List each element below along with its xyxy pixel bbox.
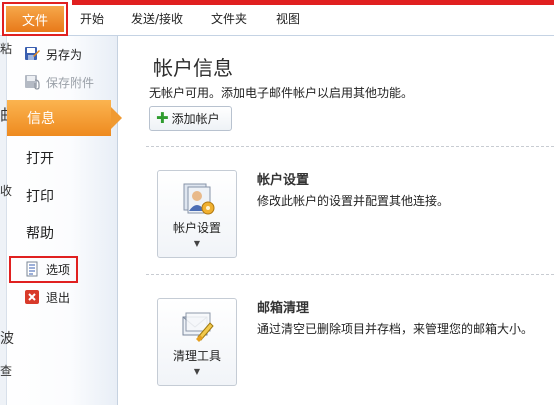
chevron-down-icon: ▼ xyxy=(193,239,201,248)
save-as-icon xyxy=(24,46,40,62)
cleanup-tools-button[interactable]: 清理工具 ▼ xyxy=(157,298,237,386)
account-settings-title: 帐户设置 xyxy=(257,173,310,188)
backstage-menu xyxy=(0,36,118,405)
page-description: 无帐户可用。添加电子邮件帐户以启用其他功能。 xyxy=(149,86,414,100)
menu-item-help[interactable]: 帮助 xyxy=(26,223,54,243)
cleanup-tools-label: 清理工具 xyxy=(172,349,221,363)
add-account-button[interactable]: ✚ 添加帐户 xyxy=(149,106,232,131)
page-title: 帐户信息 xyxy=(153,56,233,80)
options-command[interactable]: 选项 xyxy=(24,260,70,278)
edge-glyph: 波 xyxy=(0,331,14,347)
file-tab-label: 文件 xyxy=(6,6,64,32)
account-settings-label: 帐户设置 xyxy=(172,221,221,235)
section-divider xyxy=(146,274,554,275)
edge-glyph: 粘 xyxy=(0,42,13,56)
tab-view[interactable]: 视图 xyxy=(276,10,300,27)
mailbox-cleanup-title: 邮箱清理 xyxy=(257,301,310,316)
edge-glyph: 查 xyxy=(0,364,13,378)
tab-send-receive[interactable]: 发送/接收 xyxy=(131,10,183,27)
cleanup-tools-icon xyxy=(180,309,216,345)
account-settings-button[interactable]: 帐户设置 ▼ xyxy=(157,170,237,258)
menu-item-print[interactable]: 打印 xyxy=(26,186,54,206)
section-divider xyxy=(146,146,554,147)
options-label: 选项 xyxy=(46,262,71,277)
save-attachments-label: 保存附件 xyxy=(46,75,95,90)
save-attachments-command[interactable]: 保存附件 xyxy=(24,73,94,91)
chevron-down-icon: ▼ xyxy=(193,367,201,376)
save-as-command[interactable]: 另存为 xyxy=(24,45,82,63)
mailbox-cleanup-description: 通过清空已删除项目并存档，来管理您的邮箱大小。 xyxy=(257,322,534,336)
exit-label: 退出 xyxy=(46,290,71,305)
add-account-label: 添加帐户 xyxy=(171,112,220,126)
exit-icon xyxy=(24,289,40,305)
background-window-edge: 粘 邮 收 波 查 xyxy=(0,36,16,405)
edge-glyph: 收 xyxy=(0,184,13,198)
plus-icon: ✚ xyxy=(156,109,169,127)
save-as-label: 另存为 xyxy=(46,47,83,62)
options-icon xyxy=(24,261,40,277)
save-attachments-icon xyxy=(24,74,40,90)
menu-item-info[interactable]: 信息 xyxy=(7,100,122,136)
file-tab[interactable]: 文件 xyxy=(2,2,68,36)
account-settings-icon xyxy=(180,181,216,217)
exit-command[interactable]: 退出 xyxy=(24,288,70,306)
ribbon-tab-bar: 文件 开始 发送/接收 文件夹 视图 xyxy=(0,0,554,36)
tab-home[interactable]: 开始 xyxy=(80,10,104,27)
tab-folder[interactable]: 文件夹 xyxy=(211,10,247,27)
account-settings-description: 修改此帐户的设置并配置其他连接。 xyxy=(257,194,450,208)
menu-item-open[interactable]: 打开 xyxy=(26,148,54,168)
